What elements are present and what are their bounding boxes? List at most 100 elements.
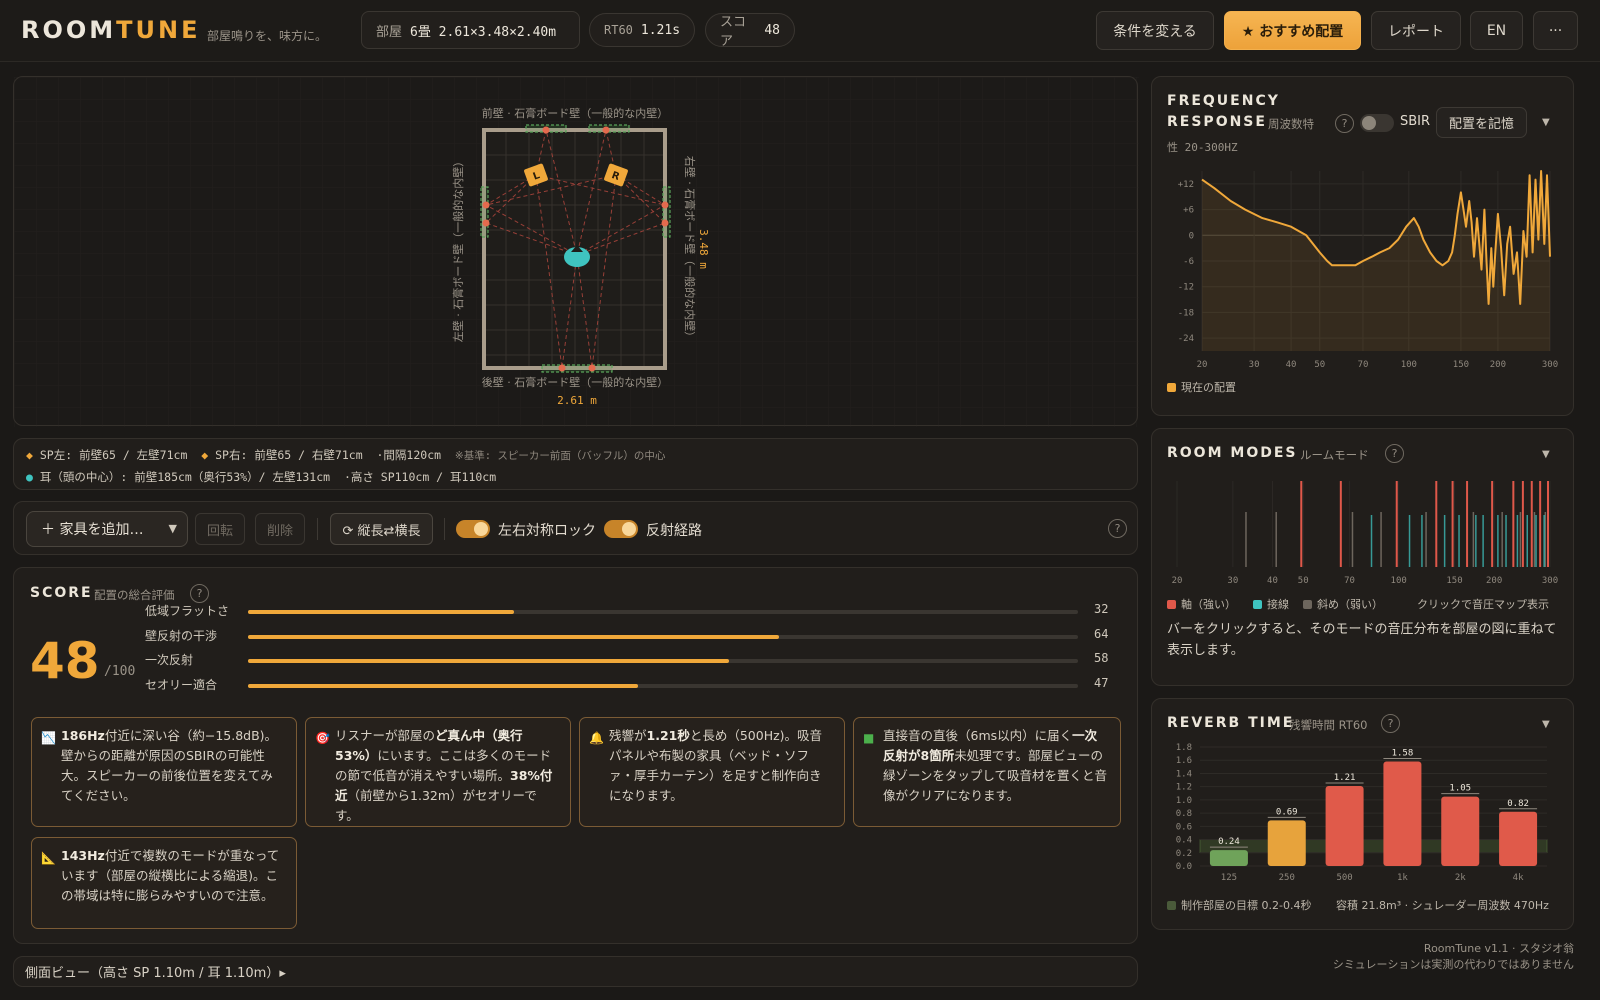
modes-legend-axial: 軸（強い） [1167,596,1236,612]
modes-help-icon[interactable]: ? [1385,444,1404,463]
toolbar-panel: ＋ 家具を追加… ▼ 回転 削除 ⟳ 縦長⇄横長 左右対称ロック 反射経路 ? [13,501,1138,555]
metric-value: 64 [1094,627,1109,641]
sbir-toggle[interactable] [1360,114,1394,132]
rt60-value: 1.21s [640,22,681,38]
freq-title-line2: RESPONSE [1167,114,1267,130]
room-size-key: 部屋 [376,24,403,40]
reverb-value-label: 0.82 [1507,799,1529,809]
ear-position: 耳（頭の中心）: 前壁185cm（奥行53%）/ 左壁131cm [39,470,331,484]
metric-bar-track [248,610,1078,614]
modes-x-tick: 50 [1298,576,1309,586]
front-wall-label: 前壁 · 石膏ボード壁（一般的な内壁） [482,106,669,120]
width-dimension: 2.61 m [557,394,597,407]
reverb-y-tick: 1.6 [1176,756,1192,766]
modes-x-tick: 300 [1542,576,1558,586]
add-furniture-label: ＋ 家具を追加… [41,522,144,538]
report-button[interactable]: レポート [1371,11,1461,50]
metric-bar-track [248,659,1078,663]
chevron-down-icon[interactable]: ▼ [1542,117,1550,128]
swap-orientation-button[interactable]: ⟳ 縦長⇄横長 [330,513,433,545]
reverb-y-tick: 0.4 [1176,836,1192,846]
remember-placement-button[interactable]: 配置を記憶 [1436,107,1527,138]
reverb-x-tick: 4k [1513,873,1524,883]
reference-note: ※基準: スピーカー前面（バッフル）の中心 [454,450,666,462]
metric-bar-fill [248,635,780,639]
side-view-toggle[interactable]: 側面ビュー（高さ SP 1.10m / 耳 1.10m）▸ [13,956,1138,987]
freq-subtitle-range: 性 20-300HZ [1167,141,1238,154]
reverb-y-tick: 0.6 [1176,822,1192,832]
chevron-down-icon[interactable]: ▼ [1542,449,1550,460]
recommended-placement-button[interactable]: ★ おすすめ配置 [1224,11,1361,50]
room-modes-chart[interactable]: 20 30 40 50 70 100 150 200 300 [1152,473,1575,593]
advice-card-reverb: 🔔 残響が1.21秒と長め（500Hz)。吸音パネルや布製の家具（ベッド・ソファ… [579,717,845,827]
room-view-panel[interactable]: L R 前壁 · 石膏ボード壁（一般的な内壁） 後壁 · 石膏ボード壁（一般的な… [13,76,1139,427]
freq-help-icon[interactable]: ? [1335,114,1354,133]
chart-icon: 📉 [41,731,56,745]
back-wall-label: 後壁 · 石膏ボード壁（一般的な内壁） [482,375,669,389]
reverb-y-tick: 0.2 [1176,849,1192,859]
legend-swatch [1167,599,1176,609]
score-denominator: /100 [104,664,136,679]
freq-legend-label: 現在の配置 [1181,381,1236,394]
metric-bar-fill [248,610,514,614]
toolbar-divider [444,518,445,540]
modes-x-tick: 20 [1172,576,1183,586]
reverb-y-tick: 1.2 [1176,783,1192,793]
change-conditions-button[interactable]: 条件を変える [1096,11,1214,50]
disclaimer-note: シミュレーションは実測の代わりではありません [1332,958,1574,971]
room-floorplan[interactable]: L R 前壁 · 石膏ボード壁（一般的な内壁） 後壁 · 石膏ボード壁（一般的な… [14,77,1139,427]
reverb-subtitle: 残響時間 RT60 [1289,718,1368,732]
score-pill-key: スコア [720,15,747,49]
delete-button[interactable]: 削除 [255,513,305,545]
advice-card-sbir: 📉 186Hz付近に深い谷（約−15.8dB)。壁からの距離が原因のSBIRの可… [31,717,297,827]
score-panel: SCORE 配置の総合評価 ? 48 /100 低域フラットさ 32 壁反射の干渉 6… [13,567,1138,944]
ear-marker-icon: ● [26,470,33,484]
metric-bar-track [248,635,1078,639]
toolbar-help-icon[interactable]: ? [1108,519,1127,538]
symmetry-lock-toggle[interactable] [456,520,490,538]
chevron-down-icon[interactable]: ▼ [1542,719,1550,730]
modes-x-tick: 30 [1227,576,1238,586]
rt60-key: RT60 [604,23,633,37]
reverb-x-tick: 1k [1397,873,1408,883]
freq-x-tick: 20 [1197,360,1208,370]
speaker-marker-icon: ◆ [201,448,209,462]
room-modes-panel: ROOM MODES ルームモード ? ▼ 20 30 40 50 70 100 150 20… [1151,428,1574,686]
modes-description: バーをクリックすると、そのモードの音圧分布を部屋の図に重ねて表示します。 [1167,622,1557,658]
language-button[interactable]: EN [1470,11,1523,50]
score-subtitle: 配置の総合評価 [94,588,175,602]
advice-card-modes: 📐 143Hz付近で複数のモードが重なっています（部屋の縦横比による縮退)。この… [31,837,297,929]
green-square-icon: ■ [863,731,875,745]
rotate-button[interactable]: 回転 [195,513,245,545]
room-volume-info: 容積 21.8m³ · シュレーダー周波数 470Hz [1336,899,1549,912]
reverb-bar [1209,850,1248,866]
reverb-time-panel: REVERB TIME 残響時間 RT60 ? ▼ 0.0 0.2 0.4 0.6 0.… [1151,698,1574,930]
depth-dimension: 3.48 m [697,229,710,269]
score-help-icon[interactable]: ? [190,584,209,603]
freq-subtitle: 周波数特 [1268,117,1314,131]
add-furniture-select[interactable]: ＋ 家具を追加… ▼ [26,511,188,547]
reverb-y-tick: 0.8 [1176,809,1192,819]
more-menu-button[interactable]: ··· [1533,11,1578,50]
reverb-x-tick: 250 [1279,873,1295,883]
room-size-value: 6畳 2.61×3.48×2.40m [410,24,557,40]
modes-subtitle: ルームモード [1300,448,1369,462]
modes-legend-oblique: 斜め（弱い） [1303,596,1383,612]
legend-swatch [1303,599,1312,609]
modes-x-tick: 150 [1446,576,1462,586]
freq-y-tick: +12 [1178,180,1194,190]
reflection-path-toggle[interactable] [604,520,638,538]
target-range-band [1199,839,1548,854]
reverb-x-tick: 500 [1336,873,1352,883]
reverb-help-icon[interactable]: ? [1381,714,1400,733]
reverb-bar [1325,786,1364,866]
reverb-value-label: 0.24 [1218,837,1240,847]
reverb-time-chart: 0.0 0.2 0.4 0.6 0.8 1.0 1.2 1.4 1.6 1.8 0.24 125 0.6… [1176,743,1548,883]
freq-x-tick: 30 [1249,360,1260,370]
toolbar-divider [317,518,318,540]
height-info: ·高さ SP110cm / 耳110cm [343,470,497,484]
freq-y-tick: -24 [1178,334,1194,344]
room-size-pill[interactable]: 部屋 6畳 2.61×3.48×2.40m [361,11,580,49]
reverb-x-tick: 2k [1455,873,1466,883]
freq-title-line1: FREQUENCY [1167,93,1280,109]
